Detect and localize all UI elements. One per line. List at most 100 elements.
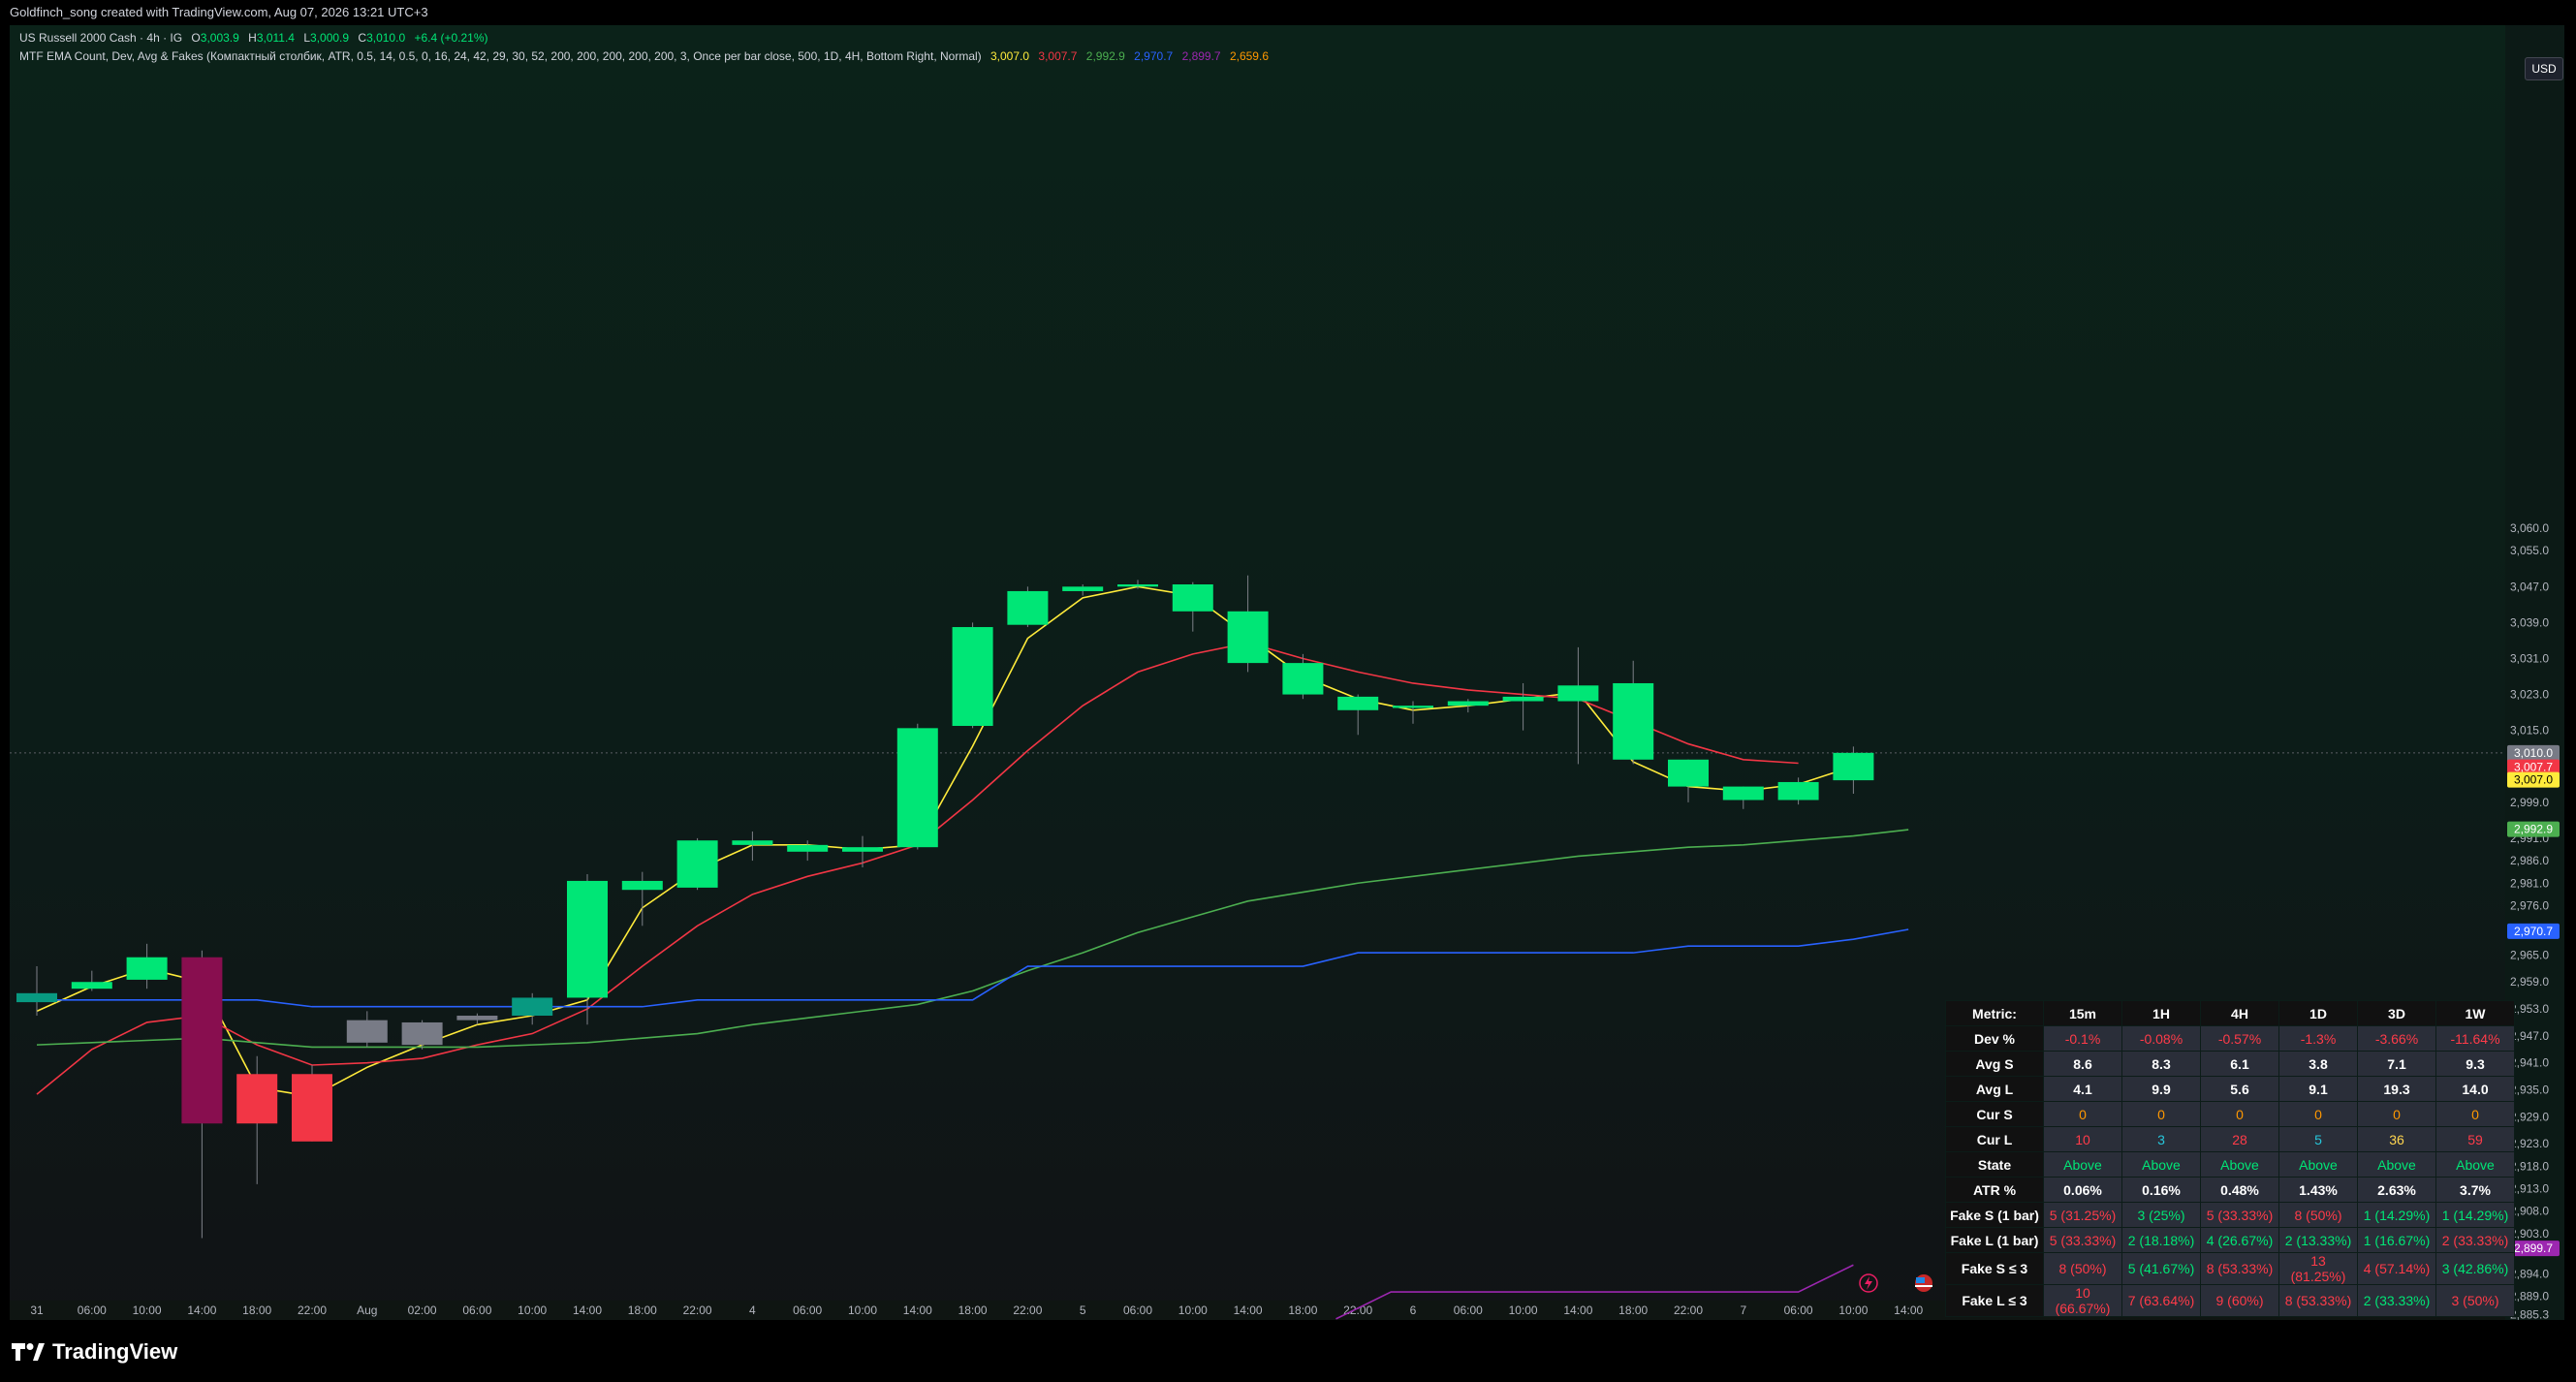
metric-value: 59 bbox=[2435, 1126, 2515, 1152]
metrics-header-row: Metric: 15m 1H 4H 1D 3D 1W bbox=[1945, 1000, 2515, 1026]
metric-value: Above bbox=[2200, 1151, 2279, 1178]
y-tick-label: 2,959.0 bbox=[2510, 975, 2549, 989]
candle-body[interactable] bbox=[346, 1020, 388, 1043]
candle-body[interactable] bbox=[787, 844, 829, 852]
metric-value: 13 (81.25%) bbox=[2278, 1252, 2358, 1285]
open-label: O bbox=[191, 31, 201, 45]
x-tick-label: 14:00 bbox=[1234, 1303, 1263, 1317]
y-tick-label: 2,885.3 bbox=[2510, 1307, 2549, 1320]
metric-value: 0 bbox=[2043, 1101, 2122, 1127]
candle-body[interactable] bbox=[1668, 759, 1709, 787]
candle-body[interactable] bbox=[896, 728, 938, 848]
metric-value: 1 (16.67%) bbox=[2357, 1227, 2436, 1253]
candle-body[interactable] bbox=[1502, 696, 1544, 702]
candle-body[interactable] bbox=[126, 957, 168, 980]
metric-value: 2 (18.18%) bbox=[2121, 1227, 2201, 1253]
snapshot-text: Goldfinch_song created with TradingView.… bbox=[10, 5, 428, 19]
metric-value: 3.8 bbox=[2278, 1051, 2358, 1077]
metric-value: 3.7% bbox=[2435, 1177, 2515, 1203]
candle-body[interactable] bbox=[16, 992, 57, 1003]
metric-value: -3.66% bbox=[2357, 1025, 2436, 1052]
y-tick-label: 2,986.0 bbox=[2510, 854, 2549, 867]
candle-body[interactable] bbox=[181, 957, 223, 1124]
metrics-row: ATR % 0.06% 0.16% 0.48% 1.43% 2.63% 3.7% bbox=[1945, 1177, 2515, 1203]
x-tick-label: 6 bbox=[1410, 1303, 1417, 1317]
symbol-title[interactable]: US Russell 2000 Cash · 4h · IG bbox=[19, 31, 182, 45]
x-tick-label: 10:00 bbox=[518, 1303, 547, 1317]
candle-body[interactable] bbox=[1722, 786, 1764, 801]
metric-value: Above bbox=[2357, 1151, 2436, 1178]
metric-value: 1 (14.29%) bbox=[2357, 1202, 2436, 1228]
metric-value: -0.57% bbox=[2200, 1025, 2279, 1052]
ind-value-4: 2,970.7 bbox=[1134, 49, 1174, 63]
x-tick-label: 10:00 bbox=[848, 1303, 877, 1317]
metric-value: 0.16% bbox=[2121, 1177, 2201, 1203]
metric-value: 10 bbox=[2043, 1126, 2122, 1152]
metric-value: 9.1 bbox=[2278, 1076, 2358, 1102]
metric-value: 8 (50%) bbox=[2278, 1202, 2358, 1228]
metric-value: 8 (53.33%) bbox=[2278, 1284, 2358, 1317]
candle-body[interactable] bbox=[1393, 706, 1433, 708]
candle-body[interactable] bbox=[456, 1016, 498, 1021]
candle-body[interactable] bbox=[732, 840, 773, 845]
metric-label: Avg S bbox=[1945, 1051, 2044, 1077]
candle-body[interactable] bbox=[1227, 611, 1269, 664]
y-tick-label: 2,947.0 bbox=[2510, 1029, 2549, 1043]
metrics-header-15m: 15m bbox=[2043, 1000, 2122, 1026]
candle-body[interactable] bbox=[512, 997, 553, 1017]
candle-body[interactable] bbox=[567, 880, 608, 998]
ema-line-1 bbox=[36, 585, 1854, 1098]
tradingview-logo[interactable]: TradingView bbox=[12, 1339, 177, 1365]
ema-line-2 bbox=[36, 642, 1799, 1095]
candle-body[interactable] bbox=[621, 880, 663, 891]
high-label: H bbox=[248, 31, 257, 45]
currency-button[interactable]: USD bbox=[2525, 57, 2563, 80]
metrics-row: Avg S 8.6 8.3 6.1 3.8 7.1 9.3 bbox=[1945, 1051, 2515, 1077]
x-tick-label: 06:00 bbox=[1123, 1303, 1152, 1317]
candle-body[interactable] bbox=[1337, 696, 1379, 710]
indicator-legend[interactable]: MTF EMA Count, Dev, Avg & Fakes (Компакт… bbox=[19, 49, 1269, 63]
change-value: +6.4 (+0.21%) bbox=[414, 31, 488, 45]
y-tick-label: 3,055.0 bbox=[2510, 544, 2549, 557]
x-tick-label: 10:00 bbox=[1838, 1303, 1868, 1317]
metrics-row: Fake S (1 bar) 5 (31.25%) 3 (25%) 5 (33.33%… bbox=[1945, 1202, 2515, 1228]
metric-value: 0 bbox=[2278, 1101, 2358, 1127]
metric-value: Above bbox=[2278, 1151, 2358, 1178]
metric-value: 6.1 bbox=[2200, 1051, 2279, 1077]
metric-value: 3 (25%) bbox=[2121, 1202, 2201, 1228]
metric-label: Dev % bbox=[1945, 1025, 2044, 1052]
metrics-body: Dev % -0.1% -0.08% -0.57% -1.3% -3.66% -11.64%… bbox=[1945, 1025, 2515, 1317]
candle-body[interactable] bbox=[1007, 590, 1049, 625]
candle-body[interactable] bbox=[1282, 663, 1324, 695]
candle-body[interactable] bbox=[1062, 586, 1104, 591]
candle-body[interactable] bbox=[1777, 781, 1819, 801]
ema-line-4 bbox=[37, 928, 1909, 1008]
metric-value: 5 (41.67%) bbox=[2121, 1252, 2201, 1285]
x-tick-label: 22:00 bbox=[1674, 1303, 1703, 1317]
candle-body[interactable] bbox=[236, 1074, 278, 1124]
candle-body[interactable] bbox=[676, 840, 718, 888]
candle-body[interactable] bbox=[1447, 701, 1489, 707]
metric-label: Avg L bbox=[1945, 1076, 2044, 1102]
x-tick-label: 10:00 bbox=[1178, 1303, 1208, 1317]
x-tick-label: 7 bbox=[1740, 1303, 1746, 1317]
candle-body[interactable] bbox=[1557, 685, 1599, 702]
indicator-title[interactable]: MTF EMA Count, Dev, Avg & Fakes (Компакт… bbox=[19, 49, 982, 63]
y-tick-label: 2,923.0 bbox=[2510, 1137, 2549, 1150]
candle-body[interactable] bbox=[1117, 583, 1158, 587]
candle-body[interactable] bbox=[71, 982, 112, 989]
candle-body[interactable] bbox=[1172, 583, 1213, 612]
snapshot-header: Goldfinch_song created with TradingView.… bbox=[0, 0, 2576, 25]
candle-body[interactable] bbox=[842, 847, 883, 852]
x-tick-label: 18:00 bbox=[958, 1303, 988, 1317]
candle-body[interactable] bbox=[1613, 682, 1654, 760]
metric-value: Above bbox=[2043, 1151, 2122, 1178]
metric-value: 1 (14.29%) bbox=[2435, 1202, 2515, 1228]
x-tick-label: Aug bbox=[357, 1303, 377, 1317]
x-tick-label: 10:00 bbox=[133, 1303, 162, 1317]
chart-pane[interactable]: 3,060.0 3,055.0 3,047.0 3,039.0 3,031.0 3,023… bbox=[10, 25, 2564, 1320]
candle-body[interactable] bbox=[401, 1021, 443, 1046]
candle-body[interactable] bbox=[1833, 752, 1874, 781]
candle-body[interactable] bbox=[952, 627, 993, 727]
candle-body[interactable] bbox=[292, 1074, 332, 1142]
